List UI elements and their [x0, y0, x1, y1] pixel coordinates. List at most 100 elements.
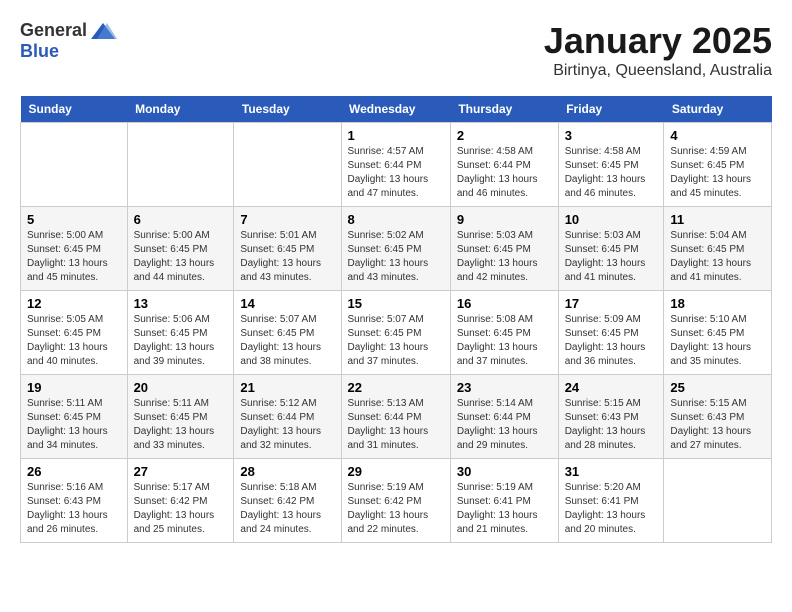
weekday-header-row: SundayMondayTuesdayWednesdayThursdayFrid…	[21, 96, 772, 123]
week-row-1: 1 Sunrise: 4:57 AM Sunset: 6:44 PM Daylig…	[21, 123, 772, 207]
day-info: Sunrise: 5:02 AM Sunset: 6:45 PM Dayligh…	[348, 229, 444, 285]
calendar-cell: 15 Sunrise: 5:07 AM Sunset: 6:45 PM Dayli…	[341, 291, 450, 375]
calendar-cell: 21 Sunrise: 5:12 AM Sunset: 6:44 PM Dayli…	[234, 375, 341, 459]
day-number: 26	[27, 464, 121, 479]
calendar-cell	[664, 459, 772, 543]
calendar-cell: 2 Sunrise: 4:58 AM Sunset: 6:44 PM Daylig…	[450, 123, 558, 207]
calendar-cell: 29 Sunrise: 5:19 AM Sunset: 6:42 PM Dayli…	[341, 459, 450, 543]
day-info: Sunrise: 4:59 AM Sunset: 6:45 PM Dayligh…	[670, 145, 765, 201]
calendar-cell: 10 Sunrise: 5:03 AM Sunset: 6:45 PM Dayli…	[558, 207, 664, 291]
day-info: Sunrise: 5:10 AM Sunset: 6:45 PM Dayligh…	[670, 313, 765, 369]
day-number: 24	[565, 380, 658, 395]
calendar-cell: 22 Sunrise: 5:13 AM Sunset: 6:44 PM Dayli…	[341, 375, 450, 459]
day-info: Sunrise: 5:20 AM Sunset: 6:41 PM Dayligh…	[565, 481, 658, 537]
weekday-header-saturday: Saturday	[664, 96, 772, 123]
day-info: Sunrise: 5:07 AM Sunset: 6:45 PM Dayligh…	[348, 313, 444, 369]
day-number: 27	[134, 464, 228, 479]
day-info: Sunrise: 5:15 AM Sunset: 6:43 PM Dayligh…	[670, 397, 765, 453]
subtitle: Birtinya, Queensland, Australia	[544, 62, 772, 80]
calendar-cell: 25 Sunrise: 5:15 AM Sunset: 6:43 PM Dayli…	[664, 375, 772, 459]
weekday-header-tuesday: Tuesday	[234, 96, 341, 123]
day-info: Sunrise: 5:07 AM Sunset: 6:45 PM Dayligh…	[240, 313, 334, 369]
calendar-cell: 13Sunrise: 5:06 AM Sunset: 6:45 PM Dayli…	[127, 291, 234, 375]
day-info: Sunrise: 5:06 AM Sunset: 6:45 PM Dayligh…	[134, 313, 228, 369]
day-info: Sunrise: 5:17 AM Sunset: 6:42 PM Dayligh…	[134, 481, 228, 537]
day-number: 2	[457, 128, 552, 143]
day-number: 18	[670, 296, 765, 311]
day-number: 12	[27, 296, 121, 311]
day-number: 21	[240, 380, 334, 395]
day-number: 19	[27, 380, 121, 395]
day-info: Sunrise: 4:57 AM Sunset: 6:44 PM Dayligh…	[348, 145, 444, 201]
day-info: Sunrise: 4:58 AM Sunset: 6:44 PM Dayligh…	[457, 145, 552, 201]
day-number: 14	[240, 296, 334, 311]
day-number: 7	[240, 212, 334, 227]
weekday-header-wednesday: Wednesday	[341, 96, 450, 123]
weekday-header-thursday: Thursday	[450, 96, 558, 123]
day-number: 11	[670, 212, 765, 227]
calendar-cell: 7Sunrise: 5:01 AM Sunset: 6:45 PM Daylig…	[234, 207, 341, 291]
calendar-table: SundayMondayTuesdayWednesdayThursdayFrid…	[20, 96, 772, 543]
day-info: Sunrise: 5:00 AM Sunset: 6:45 PM Dayligh…	[134, 229, 228, 285]
day-number: 29	[348, 464, 444, 479]
day-info: Sunrise: 5:16 AM Sunset: 6:43 PM Dayligh…	[27, 481, 121, 537]
logo-general-text: General	[20, 20, 87, 41]
logo-icon	[89, 21, 117, 41]
day-number: 10	[565, 212, 658, 227]
day-number: 16	[457, 296, 552, 311]
week-row-5: 26 Sunrise: 5:16 AM Sunset: 6:43 PM Dayli…	[21, 459, 772, 543]
calendar-cell	[21, 123, 128, 207]
day-number: 9	[457, 212, 552, 227]
calendar-cell: 1 Sunrise: 4:57 AM Sunset: 6:44 PM Daylig…	[341, 123, 450, 207]
day-number: 25	[670, 380, 765, 395]
day-info: Sunrise: 4:58 AM Sunset: 6:45 PM Dayligh…	[565, 145, 658, 201]
day-info: Sunrise: 5:08 AM Sunset: 6:45 PM Dayligh…	[457, 313, 552, 369]
day-info: Sunrise: 5:12 AM Sunset: 6:44 PM Dayligh…	[240, 397, 334, 453]
calendar-cell: 5 Sunrise: 5:00 AM Sunset: 6:45 PM Daylig…	[21, 207, 128, 291]
title-block: January 2025 Birtinya, Queensland, Austr…	[544, 20, 772, 80]
weekday-header-monday: Monday	[127, 96, 234, 123]
week-row-3: 12 Sunrise: 5:05 AM Sunset: 6:45 PM Dayli…	[21, 291, 772, 375]
calendar-cell: 12 Sunrise: 5:05 AM Sunset: 6:45 PM Dayli…	[21, 291, 128, 375]
calendar-cell: 28 Sunrise: 5:18 AM Sunset: 6:42 PM Dayli…	[234, 459, 341, 543]
day-info: Sunrise: 5:03 AM Sunset: 6:45 PM Dayligh…	[565, 229, 658, 285]
day-info: Sunrise: 5:11 AM Sunset: 6:45 PM Dayligh…	[27, 397, 121, 453]
day-number: 31	[565, 464, 658, 479]
day-number: 8	[348, 212, 444, 227]
calendar-cell: 14 Sunrise: 5:07 AM Sunset: 6:45 PM Dayli…	[234, 291, 341, 375]
calendar-cell: 17Sunrise: 5:09 AM Sunset: 6:45 PM Dayli…	[558, 291, 664, 375]
day-number: 1	[348, 128, 444, 143]
day-number: 17	[565, 296, 658, 311]
page-header: General Blue January 2025 Birtinya, Quee…	[20, 20, 772, 80]
calendar-cell: 31 Sunrise: 5:20 AM Sunset: 6:41 PM Dayli…	[558, 459, 664, 543]
calendar-cell: 9 Sunrise: 5:03 AM Sunset: 6:45 PM Daylig…	[450, 207, 558, 291]
day-info: Sunrise: 5:13 AM Sunset: 6:44 PM Dayligh…	[348, 397, 444, 453]
day-info: Sunrise: 5:05 AM Sunset: 6:45 PM Dayligh…	[27, 313, 121, 369]
calendar-cell: 4 Sunrise: 4:59 AM Sunset: 6:45 PM Daylig…	[664, 123, 772, 207]
calendar-cell: 3 Sunrise: 4:58 AM Sunset: 6:45 PM Daylig…	[558, 123, 664, 207]
day-info: Sunrise: 5:15 AM Sunset: 6:43 PM Dayligh…	[565, 397, 658, 453]
calendar-cell	[234, 123, 341, 207]
day-info: Sunrise: 5:14 AM Sunset: 6:44 PM Dayligh…	[457, 397, 552, 453]
calendar-cell: 23 Sunrise: 5:14 AM Sunset: 6:44 PM Dayli…	[450, 375, 558, 459]
day-info: Sunrise: 5:00 AM Sunset: 6:45 PM Dayligh…	[27, 229, 121, 285]
calendar-cell: 16 Sunrise: 5:08 AM Sunset: 6:45 PM Dayli…	[450, 291, 558, 375]
logo-blue-text: Blue	[20, 41, 59, 61]
day-number: 6	[134, 212, 228, 227]
day-number: 28	[240, 464, 334, 479]
day-number: 15	[348, 296, 444, 311]
day-number: 23	[457, 380, 552, 395]
day-info: Sunrise: 5:03 AM Sunset: 6:45 PM Dayligh…	[457, 229, 552, 285]
day-number: 3	[565, 128, 658, 143]
day-info: Sunrise: 5:19 AM Sunset: 6:42 PM Dayligh…	[348, 481, 444, 537]
day-number: 4	[670, 128, 765, 143]
calendar-cell: 30Sunrise: 5:19 AM Sunset: 6:41 PM Dayli…	[450, 459, 558, 543]
calendar-cell: 6 Sunrise: 5:00 AM Sunset: 6:45 PM Daylig…	[127, 207, 234, 291]
day-info: Sunrise: 5:11 AM Sunset: 6:45 PM Dayligh…	[134, 397, 228, 453]
logo: General Blue	[20, 20, 117, 62]
day-number: 5	[27, 212, 121, 227]
day-number: 30	[457, 464, 552, 479]
calendar-cell: 11Sunrise: 5:04 AM Sunset: 6:45 PM Dayli…	[664, 207, 772, 291]
day-number: 22	[348, 380, 444, 395]
day-info: Sunrise: 5:18 AM Sunset: 6:42 PM Dayligh…	[240, 481, 334, 537]
